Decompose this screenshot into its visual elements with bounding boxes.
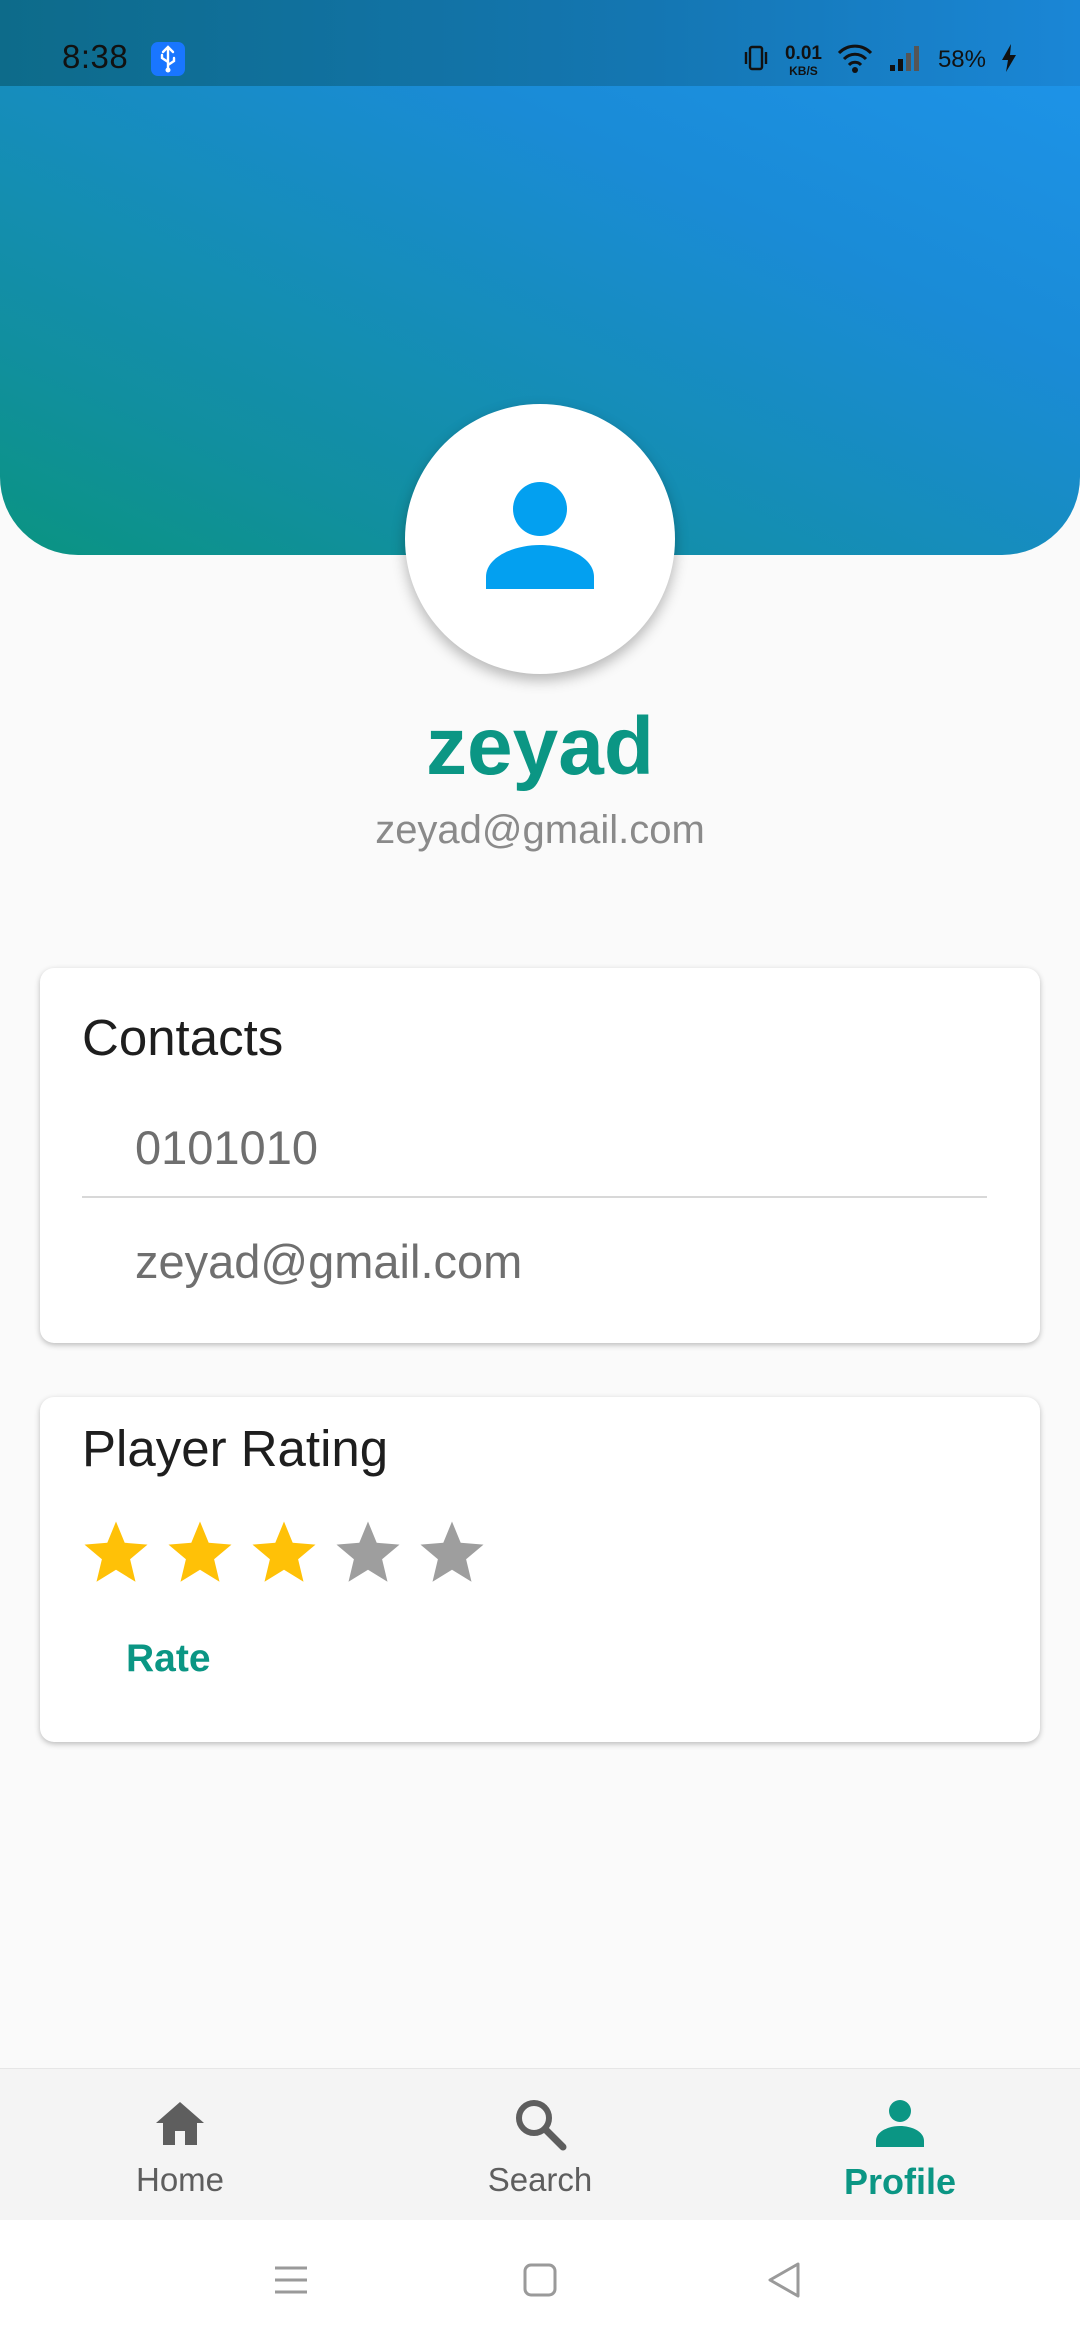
- nav-label-profile: Profile: [843, 2161, 957, 2202]
- usb-icon: [151, 42, 185, 76]
- network-speed-value: 0.01: [784, 42, 822, 64]
- back-triangle-icon[interactable]: [752, 2248, 816, 2312]
- status-bar: 8:38 0.01 KB/S 58%: [0, 0, 1080, 86]
- contact-email[interactable]: zeyad@gmail.com: [135, 1234, 522, 1289]
- person-icon: [871, 2095, 929, 2153]
- home-icon: [151, 2095, 209, 2153]
- home-square-icon[interactable]: [508, 2248, 572, 2312]
- system-navigation-bar: [0, 2220, 1080, 2340]
- player-rating-title: Player Rating: [82, 1420, 389, 1477]
- signal-icon: [888, 43, 924, 78]
- contact-phone[interactable]: 0101010: [135, 1120, 318, 1175]
- battery-percentage: 58%: [937, 46, 986, 73]
- rating-stars[interactable]: [80, 1517, 488, 1589]
- nav-label-home: Home: [135, 2161, 225, 2198]
- bottom-navigation: Home Search Profile: [0, 2068, 1080, 2220]
- profile-avatar[interactable]: [405, 404, 675, 674]
- rate-button[interactable]: Rate: [126, 1637, 211, 1681]
- star-empty-icon[interactable]: [332, 1517, 404, 1589]
- nav-item-profile[interactable]: Profile: [720, 2069, 1080, 2221]
- wifi-icon: [836, 42, 874, 79]
- nav-item-home[interactable]: Home: [0, 2069, 360, 2221]
- player-rating-card: Player Rating Rate: [40, 1397, 1040, 1742]
- person-icon: [480, 477, 600, 602]
- network-speed: 0.01 KB/S: [785, 44, 822, 77]
- status-time: 8:38: [62, 38, 129, 75]
- profile-name: zeyad: [426, 701, 654, 792]
- profile-email: zeyad@gmail.com: [375, 808, 705, 852]
- contacts-title: Contacts: [82, 1009, 284, 1066]
- menu-icon[interactable]: [259, 2248, 323, 2312]
- star-filled-icon[interactable]: [248, 1517, 320, 1589]
- nav-item-search[interactable]: Search: [360, 2069, 720, 2221]
- contact-divider: [82, 1196, 987, 1198]
- vibrate-icon: [741, 43, 771, 78]
- nav-label-search: Search: [487, 2161, 593, 2198]
- star-filled-icon[interactable]: [80, 1517, 152, 1589]
- search-icon: [511, 2095, 569, 2153]
- star-empty-icon[interactable]: [416, 1517, 488, 1589]
- network-speed-unit: KB/S: [789, 63, 818, 78]
- star-filled-icon[interactable]: [164, 1517, 236, 1589]
- charging-icon: [1000, 43, 1018, 78]
- contacts-card: Contacts 0101010 zeyad@gmail.com: [40, 968, 1040, 1343]
